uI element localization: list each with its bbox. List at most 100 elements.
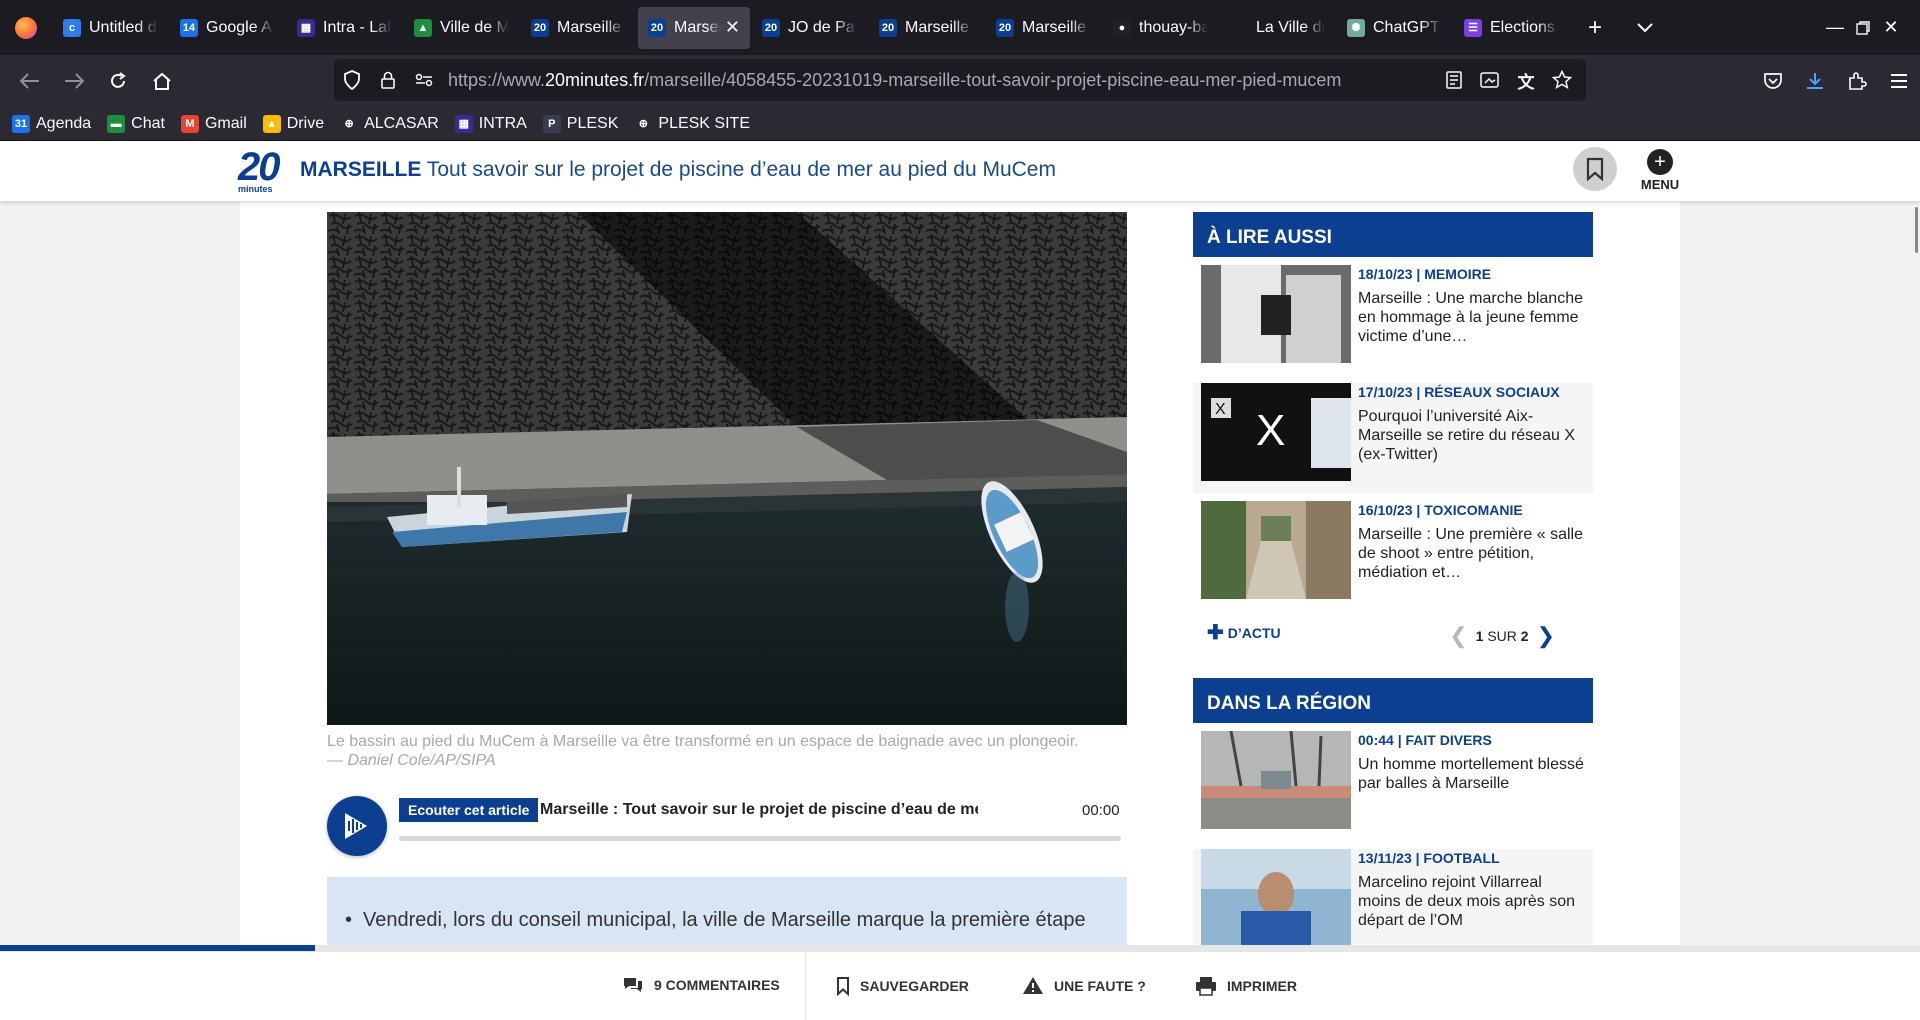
next-page-icon[interactable]: ❯: [1537, 623, 1555, 649]
tab-label: Intra - LaP: [323, 18, 392, 36]
pocket-icon[interactable]: [1752, 59, 1794, 103]
url-bar[interactable]: https://www.20minutes.fr/marseille/40584…: [334, 59, 1586, 101]
save-button[interactable]: SAUVEGARDER: [836, 976, 969, 996]
item-meta[interactable]: 13/11/23 | FOOTBALL: [1358, 850, 1500, 866]
tab-label: Marseil: [674, 18, 721, 36]
browser-tab[interactable]: 20 Marseil ✕: [638, 6, 750, 49]
browser-tab[interactable]: 20 Marseille: [869, 7, 984, 49]
translate-icon[interactable]: 文: [1508, 60, 1544, 100]
read-also-item[interactable]: 16/10/23 | TOXICOMANIE Marseille : Une p…: [1193, 501, 1593, 611]
lock-icon[interactable]: [370, 60, 406, 100]
bookmark-item[interactable]: ▲ Drive: [262, 114, 325, 133]
extensions-icon[interactable]: [1836, 59, 1878, 103]
page-scrollbar[interactable]: [1912, 201, 1920, 945]
tab-favicon-icon: ✺: [1347, 18, 1365, 37]
article-thumbnail[interactable]: [1201, 731, 1351, 829]
tab-favicon-icon: 20: [762, 18, 780, 37]
item-title[interactable]: Marseille : Une marche blanche en hommag…: [1358, 289, 1586, 346]
bookmark-label: PLESK: [566, 114, 619, 132]
item-title[interactable]: Pourquoi l’université Aix-Marseille se r…: [1358, 407, 1586, 464]
plus-icon: ✚: [1207, 622, 1224, 644]
tracking-shield-icon[interactable]: [334, 60, 370, 100]
item-meta[interactable]: 00:44 | FAIT DIVERS: [1358, 732, 1492, 748]
browser-tab[interactable]: 20 JO de Pari: [752, 7, 867, 49]
tab-favicon-icon: ▦: [297, 18, 315, 37]
article-thumbnail[interactable]: [1201, 265, 1351, 363]
downloads-icon[interactable]: [1794, 59, 1836, 103]
bookmark-item[interactable]: M Gmail: [180, 114, 247, 133]
tab-label: thouay-ba: [1139, 18, 1208, 36]
permissions-icon[interactable]: [406, 60, 442, 100]
article-thumbnail[interactable]: [1201, 849, 1351, 947]
bookmark-item[interactable]: ⊕ ALCASAR: [340, 114, 439, 133]
bookmark-star-icon[interactable]: [1544, 60, 1580, 100]
image-caption: Le bassin au pied du MuCem à Marseille v…: [327, 733, 1079, 769]
save-bookmark-button[interactable]: [1573, 147, 1617, 191]
read-also-item[interactable]: XX 17/10/23 | RÉSEAUX SOCIAUX Pourquoi l…: [1193, 383, 1593, 493]
bookmark-item[interactable]: ⊕ PLESK SITE: [634, 114, 750, 133]
browser-tab[interactable]: ▲ Ville de M: [404, 7, 519, 49]
firefox-logo-icon[interactable]: [0, 0, 52, 55]
article-thumbnail[interactable]: [1201, 501, 1351, 599]
browser-tab[interactable]: ☰ Elections: [1454, 7, 1569, 49]
tab-label: Marseille: [1022, 18, 1087, 36]
region-item[interactable]: 13/11/23 | FOOTBALL Marcelino rejoint Vi…: [1193, 849, 1593, 959]
browser-tab[interactable]: ● thouay-ba: [1103, 7, 1218, 49]
new-tab-button[interactable]: +: [1570, 7, 1620, 49]
report-error-button[interactable]: UNE FAUTE ?: [1022, 976, 1146, 995]
forward-button[interactable]: [52, 59, 96, 103]
bookmark-item[interactable]: ▬ Chat: [107, 114, 165, 133]
close-tab-icon[interactable]: ✕: [725, 17, 740, 38]
bookmark-item[interactable]: ▦ INTRA: [454, 114, 527, 133]
region-item[interactable]: 00:44 | FAIT DIVERS Un homme mortellemen…: [1193, 731, 1593, 841]
browser-tab[interactable]: ▦ Intra - LaP: [287, 7, 402, 49]
tab-strip: c Untitled d 14 Google A ▦ Intra - LaP ▲ Ville …: [52, 0, 1570, 55]
close-window-button[interactable]: ✕: [1862, 0, 1920, 55]
item-title[interactable]: Marcelino rejoint Villarreal moins de de…: [1358, 873, 1586, 930]
article-thumbnail[interactable]: XX: [1201, 383, 1351, 481]
section-label[interactable]: MARSEILLE: [300, 158, 421, 181]
web-page: 20 minutes MARSEILLE Tout savoir sur le …: [0, 141, 1920, 1020]
comments-icon: [622, 976, 644, 994]
item-title[interactable]: Marseille : Une première « salle de shoo…: [1358, 525, 1586, 582]
reload-button[interactable]: [96, 59, 140, 103]
play-audio-button[interactable]: [327, 796, 387, 856]
bookmark-item[interactable]: P PLESK: [542, 114, 619, 133]
browser-tab[interactable]: c Untitled d: [53, 7, 168, 49]
item-meta[interactable]: 17/10/23 | RÉSEAUX SOCIAUX: [1358, 384, 1560, 400]
app-menu-icon[interactable]: [1878, 59, 1920, 103]
tab-label: Elections: [1490, 18, 1555, 36]
item-meta[interactable]: 18/10/23 | MEMOIRE: [1358, 266, 1491, 282]
more-news-link[interactable]: ✚ D’ACTU: [1207, 622, 1281, 644]
bookmark-favicon-icon: ▲: [262, 114, 281, 133]
reader-view-icon[interactable]: [1436, 60, 1472, 100]
screenshot-icon[interactable]: [1472, 60, 1508, 100]
browser-tab[interactable]: 20 Marseille: [521, 7, 636, 49]
menu-button[interactable]: + MENU: [1638, 149, 1682, 192]
comments-button[interactable]: 9 COMMENTAIRES: [622, 976, 780, 994]
summary-item: Vendredi, lors du conseil municipal, la …: [345, 907, 1127, 933]
tab-bar: c Untitled d 14 Google A ▦ Intra - LaP ▲ Ville …: [0, 0, 1920, 55]
read-also-item[interactable]: 18/10/23 | MEMOIRE Marseille : Une march…: [1193, 265, 1593, 375]
bookmark-label: Drive: [286, 114, 325, 132]
item-meta[interactable]: 16/10/23 | TOXICOMANIE: [1358, 502, 1523, 518]
home-button[interactable]: [140, 59, 184, 103]
browser-tab[interactable]: ✺ ChatGPT: [1337, 7, 1452, 49]
url-text[interactable]: https://www.20minutes.fr/marseille/40584…: [448, 70, 1341, 91]
print-button[interactable]: IMPRIMER: [1195, 976, 1297, 996]
back-button[interactable]: [8, 59, 52, 103]
audio-player: Ecouter cet article Marseille : Tout sav…: [327, 796, 1127, 856]
list-tabs-chevron-icon[interactable]: [1620, 7, 1670, 49]
audio-progress-bar[interactable]: [399, 836, 1121, 841]
bookmark-label: ALCASAR: [364, 114, 439, 132]
20minutes-logo[interactable]: 20 minutes: [238, 147, 286, 196]
bookmark-favicon-icon: 31: [12, 114, 30, 133]
bookmark-item[interactable]: 31 Agenda: [12, 114, 91, 133]
browser-tab[interactable]: 14 Google A: [170, 7, 285, 49]
tab-favicon-icon: ▲: [414, 18, 432, 37]
browser-tab[interactable]: La Ville de M: [1220, 7, 1335, 49]
region-box: DANS LA RÉGION 00:44 | FAIT DIVERS Un ho…: [1193, 678, 1593, 959]
previous-page-icon[interactable]: ❮: [1449, 623, 1467, 649]
browser-tab[interactable]: 20 Marseille: [986, 7, 1101, 49]
item-title[interactable]: Un homme mortellement blessé par balles …: [1358, 755, 1586, 793]
